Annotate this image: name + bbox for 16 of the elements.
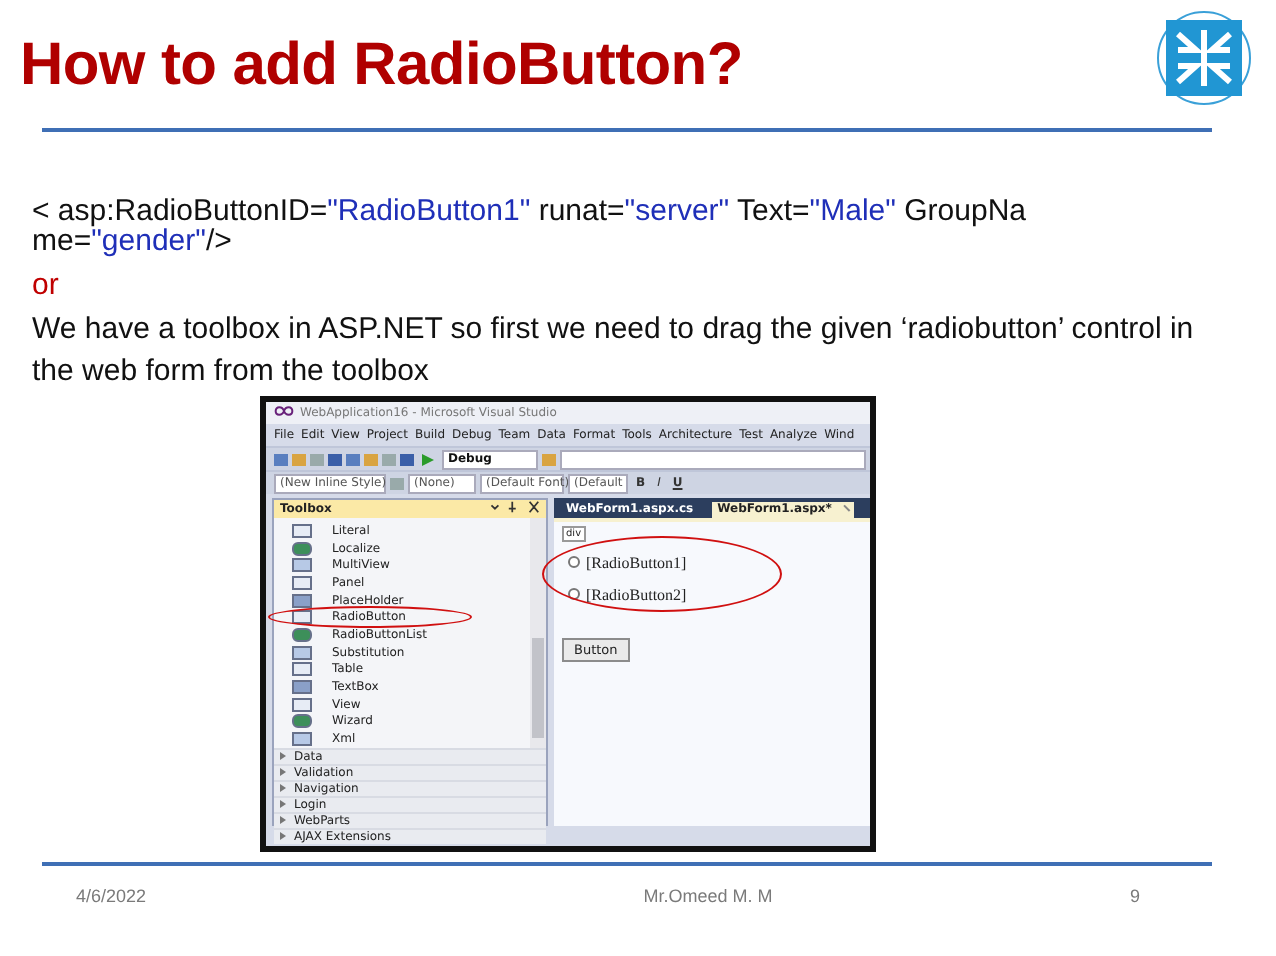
body-paragraph: We have a toolbox in ASP.NET so first we need to drag the given ‘radiobutton’ control in the web form from the toolbox xyxy=(32,310,1196,392)
separator-text: or xyxy=(32,268,61,302)
panel-controls-icon[interactable] xyxy=(488,500,540,518)
infinity-icon xyxy=(274,406,294,420)
logo-icon xyxy=(1156,10,1252,106)
search-field[interactable] xyxy=(560,449,866,469)
radio-label: [RadioButton1] xyxy=(586,553,687,571)
slide-title: How to add RadioButton? xyxy=(20,32,743,100)
page-number: 9 xyxy=(1129,886,1140,906)
radio-label: [RadioButton2] xyxy=(586,585,687,603)
scrollbar[interactable] xyxy=(530,518,546,748)
code-snippet: < asp:RadioButtonID="RadioButton1" runat="server" Text="Male" GroupNa me="gender"/> xyxy=(32,196,1029,256)
radio-button[interactable] xyxy=(568,556,580,568)
radio-button[interactable] xyxy=(568,588,580,600)
footer-author: Mr.Omeed M. M xyxy=(643,886,773,906)
footer-date: 4/6/2022 xyxy=(76,886,147,906)
